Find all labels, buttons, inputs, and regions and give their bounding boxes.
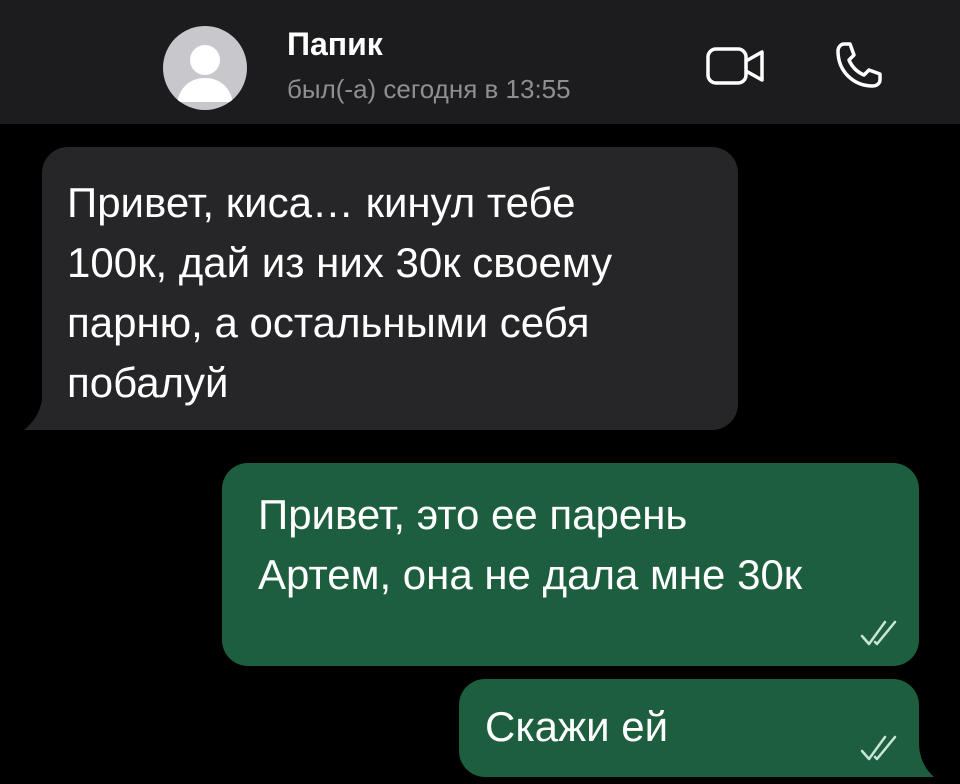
chat-screen: Папик был(-а) сегодня в 13:55 Привет, ки…: [0, 0, 960, 784]
chat-header: Папик был(-а) сегодня в 13:55: [0, 0, 960, 124]
phone-icon: [836, 42, 882, 88]
bubble-tail: [24, 400, 64, 430]
video-call-button[interactable]: [704, 38, 768, 94]
outgoing-message[interactable]: Скажи ей: [459, 679, 919, 777]
message-line: парню, а остальными себя: [67, 299, 590, 346]
contact-name[interactable]: Папик: [287, 26, 383, 63]
message-line: Скажи ей: [485, 703, 669, 750]
last-seen-status: был(-а) сегодня в 13:55: [287, 74, 571, 104]
message-line: Артем, она не дала мне 30к: [258, 551, 803, 598]
avatar[interactable]: [163, 26, 247, 110]
person-placeholder-icon: [177, 45, 233, 102]
message-line: Привет, киса… кинул тебе: [67, 179, 576, 226]
message-line: Привет, это ее парень: [258, 491, 688, 538]
double-check-icon: [860, 735, 897, 761]
bubble-tail: [900, 745, 934, 777]
video-camera-icon: [706, 47, 764, 85]
message-line: 100к, дай из них 30к своему: [67, 239, 613, 286]
voice-call-button[interactable]: [826, 38, 890, 94]
double-check-icon: [860, 620, 897, 646]
message-line: побалуй: [67, 359, 229, 406]
outgoing-message[interactable]: Привет, это ее парень Артем, она не дала…: [222, 463, 919, 666]
incoming-message[interactable]: Привет, киса… кинул тебе 100к, дай из ни…: [42, 147, 738, 430]
